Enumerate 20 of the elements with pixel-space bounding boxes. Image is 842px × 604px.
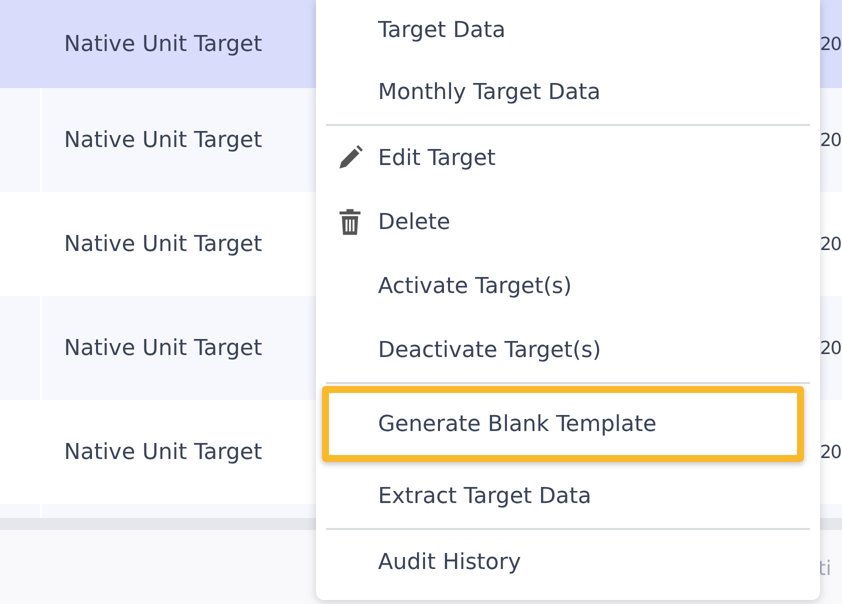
menu-item[interactable]: Extract Target Data bbox=[322, 464, 804, 528]
table-cell: Native Unit Target bbox=[64, 232, 262, 256]
table-cell: Native Unit Target bbox=[64, 32, 262, 56]
menu-item[interactable]: Edit Target bbox=[322, 126, 804, 190]
menu-item[interactable]: Generate Blank Template bbox=[322, 386, 804, 462]
menu-item[interactable]: Target Data bbox=[322, 0, 804, 60]
table-cell: 20 bbox=[820, 442, 841, 462]
menu-item[interactable]: Audit History bbox=[322, 530, 804, 594]
footer-text: ti bbox=[818, 556, 832, 580]
table-cell: 20 bbox=[820, 130, 841, 150]
menu-item[interactable]: Monthly Target Data bbox=[322, 60, 804, 124]
table-cell: Native Unit Target bbox=[64, 440, 262, 464]
table-cell: Native Unit Target bbox=[64, 336, 262, 360]
table-cell: 20 bbox=[820, 34, 841, 54]
table-cell: 20 bbox=[820, 234, 841, 254]
menu-item[interactable]: Activate Target(s) bbox=[322, 254, 804, 318]
table-cell: Native Unit Target bbox=[64, 128, 262, 152]
menu-item[interactable]: Delete bbox=[322, 190, 804, 254]
menu-item[interactable]: Deactivate Target(s) bbox=[322, 318, 804, 382]
table-cell: 20 bbox=[820, 338, 841, 358]
